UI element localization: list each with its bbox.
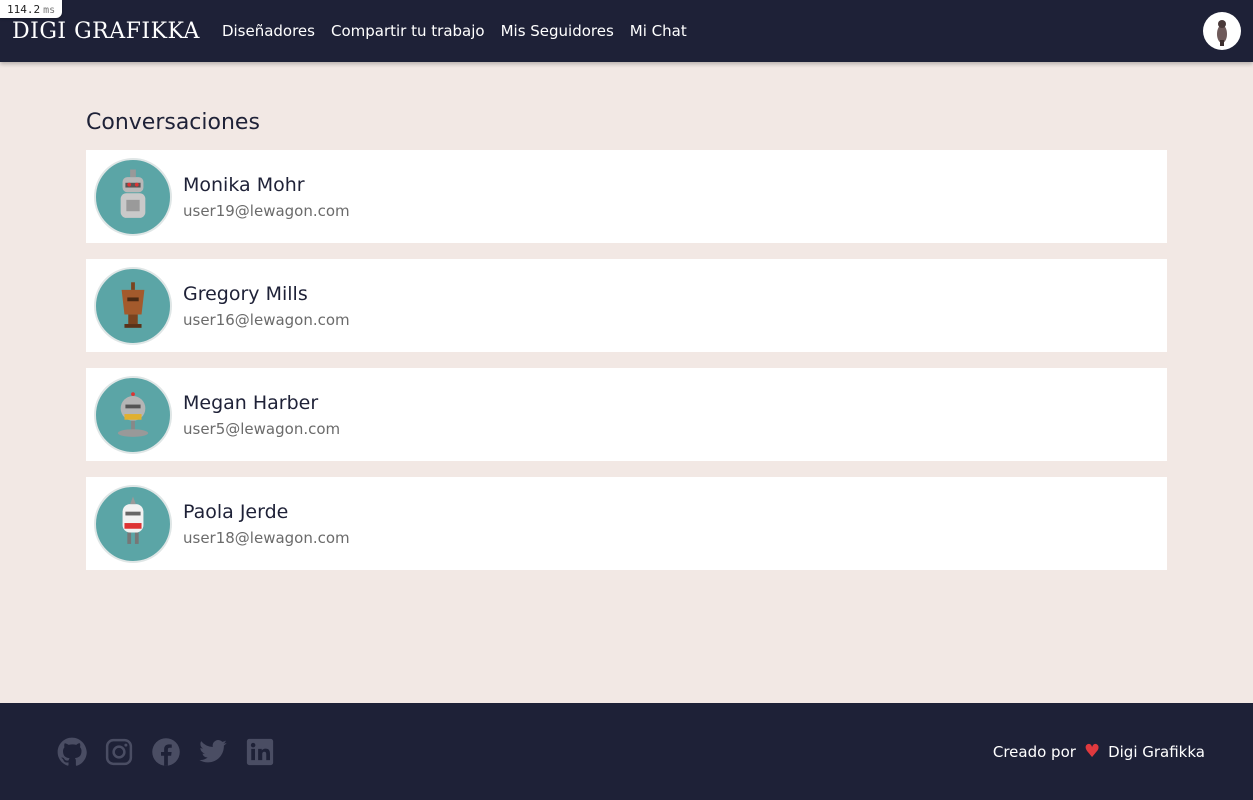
conversation-item[interactable]: Paola Jerde user18@lewagon.com (86, 477, 1167, 570)
avatar (94, 157, 172, 236)
nav-link-compartir[interactable]: Compartir tu trabajo (331, 22, 485, 40)
user-avatar-image (1217, 20, 1227, 46)
conversation-email: user19@lewagon.com (183, 201, 350, 220)
avatar (94, 375, 172, 454)
conversation-name: Gregory Mills (183, 282, 308, 305)
robot-avatar-brown-icon (121, 281, 145, 328)
instagram-icon[interactable] (104, 737, 134, 767)
avatar (94, 266, 172, 345)
linkedin-icon[interactable] (245, 737, 275, 767)
perf-value: 114.2 (7, 3, 41, 16)
conversation-info: Paola Jerde user18@lewagon.com (183, 501, 350, 547)
twitter-icon[interactable] (198, 737, 228, 767)
heart-icon: ♥ (1083, 740, 1101, 762)
nav-link-disenadores[interactable]: Diseñadores (222, 22, 315, 40)
conversation-email: user16@lewagon.com (183, 310, 350, 329)
user-avatar[interactable] (1203, 12, 1241, 50)
conversation-item[interactable]: Gregory Mills user16@lewagon.com (86, 259, 1167, 352)
conversation-name: Paola Jerde (183, 500, 289, 523)
footer: Creado por ♥ Digi Grafikka (0, 703, 1253, 800)
github-icon[interactable] (57, 737, 87, 767)
avatar (94, 484, 172, 563)
robot-avatar-white-icon (122, 495, 144, 544)
conversation-item[interactable]: Monika Mohr user19@lewagon.com (86, 150, 1167, 243)
conversation-name: Monika Mohr (183, 173, 305, 196)
main-content: Conversaciones Monika Mohr user19@lewago… (86, 110, 1167, 570)
conversation-list: Monika Mohr user19@lewagon.com Gregory M… (86, 150, 1167, 570)
credit-prefix: Creado por (992, 742, 1076, 761)
nav-link-seguidores[interactable]: Mis Seguidores (501, 22, 614, 40)
facebook-icon[interactable] (151, 737, 181, 767)
conversation-email: user18@lewagon.com (183, 528, 350, 547)
conversation-info: Gregory Mills user16@lewagon.com (183, 283, 350, 329)
robot-avatar-gray-icon (120, 168, 146, 218)
perf-unit: ms (43, 5, 56, 16)
perf-badge: 114.2 ms (0, 0, 63, 18)
conversation-item[interactable]: Megan Harber user5@lewagon.com (86, 368, 1167, 461)
social-links (57, 737, 275, 767)
conversation-email: user5@lewagon.com (183, 419, 341, 438)
navbar: DIGI GRAFIKKA Diseñadores Compartir tu t… (0, 0, 1253, 62)
footer-credit: Creado por ♥ Digi Grafikka (992, 740, 1205, 762)
conversation-name: Megan Harber (183, 391, 319, 414)
conversation-info: Megan Harber user5@lewagon.com (183, 392, 340, 438)
conversation-info: Monika Mohr user19@lewagon.com (183, 174, 350, 220)
credit-name: Digi Grafikka (1108, 742, 1205, 761)
nav-link-chat[interactable]: Mi Chat (630, 22, 687, 40)
robot-avatar-round-icon (117, 391, 149, 437)
nav-links: Diseñadores Compartir tu trabajo Mis Seg… (222, 22, 687, 40)
page-title: Conversaciones (86, 110, 260, 135)
brand-logo[interactable]: DIGI GRAFIKKA (12, 19, 200, 44)
